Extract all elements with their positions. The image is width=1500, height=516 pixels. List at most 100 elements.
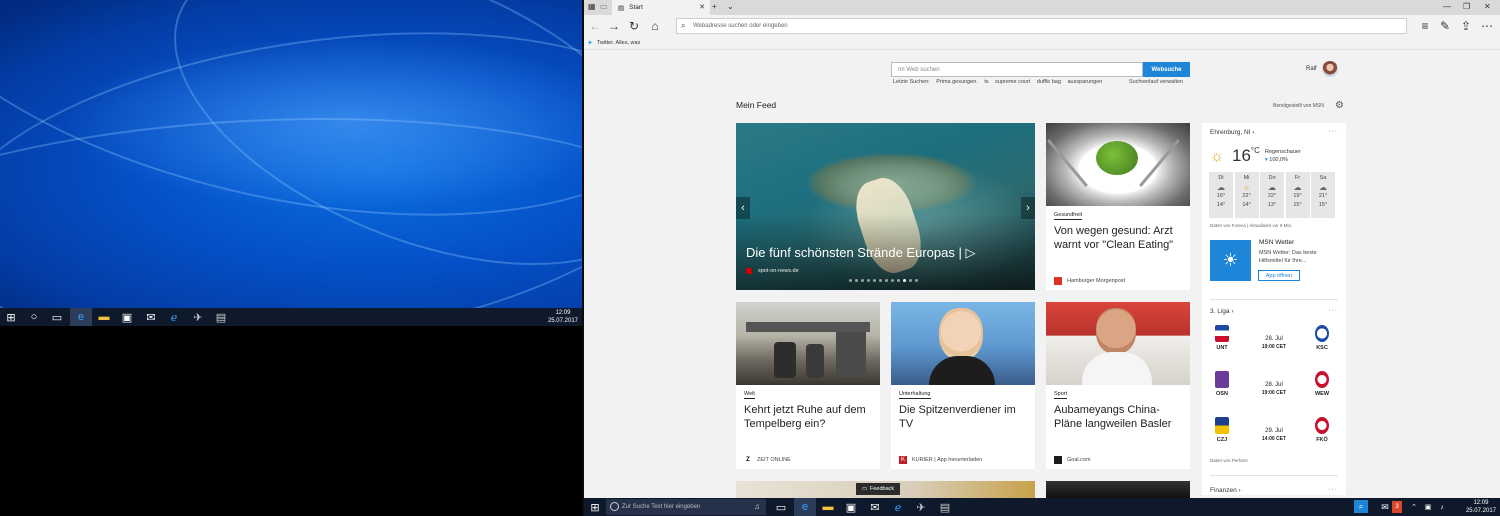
liga-title[interactable]: 3. Liga › xyxy=(1210,308,1234,315)
chevron-right-icon[interactable]: › xyxy=(1021,197,1035,219)
chevron-up-icon[interactable]: ⌃ xyxy=(1408,498,1420,516)
more-icon[interactable]: ⋯ xyxy=(1478,19,1496,33)
edge-icon[interactable]: e xyxy=(794,498,816,516)
more-icon[interactable]: ··· xyxy=(1328,486,1338,493)
weather-location[interactable]: Ehrenburg, NI › xyxy=(1210,129,1254,136)
news-headline[interactable]: Aubameyangs China-Pläne langweilen Basle… xyxy=(1054,403,1186,431)
edge-icon[interactable]: e xyxy=(70,308,92,326)
notepad-icon[interactable]: ▤ xyxy=(210,308,232,326)
task-view-icon[interactable]: ▭ xyxy=(770,498,792,516)
share-icon[interactable]: ⇪ xyxy=(1457,19,1475,33)
network-icon[interactable]: ✈ xyxy=(910,498,932,516)
forward-icon[interactable]: → xyxy=(605,19,623,33)
recent-searches: Letzte Suchen: Prima gesungen. ts suprem… xyxy=(893,79,1107,85)
address-bar[interactable]: ⌕ Webadresse suchen oder eingeben xyxy=(676,18,1407,34)
mail-tray-icon[interactable]: ✉ xyxy=(1378,498,1392,516)
news-category[interactable]: Welt xyxy=(744,391,755,399)
feedback-button[interactable]: ▭ Feedback xyxy=(856,483,900,495)
manage-history-link[interactable]: Suchverlauf verwalten xyxy=(1129,79,1183,85)
avatar[interactable] xyxy=(1322,61,1338,77)
crest-icon xyxy=(1315,325,1329,342)
tab-preview-icon[interactable]: ▭ xyxy=(600,2,608,11)
hub-icon[interactable]: ≡ xyxy=(1416,19,1434,33)
ie-icon[interactable]: ℯ xyxy=(163,308,185,326)
news-card[interactable]: Unterhaltung Die Spitzenverdiener im TV … xyxy=(891,302,1035,469)
pen-icon[interactable]: ✎ xyxy=(1436,19,1454,33)
carousel-dots[interactable] xyxy=(849,279,921,282)
open-app-button[interactable]: App öffnen xyxy=(1258,270,1300,281)
news-category[interactable]: Unterhaltung xyxy=(899,391,931,399)
network-tray-icon[interactable]: ▣ xyxy=(1422,498,1434,516)
close-window-icon[interactable]: ✕ xyxy=(1484,2,1491,11)
search-icon[interactable]: ⌕ xyxy=(1354,500,1368,513)
left-clock[interactable]: 12:09 25.07.2017 xyxy=(548,309,578,325)
recent-search[interactable]: Prima gesungen. xyxy=(936,79,978,85)
microphone-icon[interactable]: ♫ xyxy=(754,502,760,511)
tab-start[interactable]: ▤ Start ✕ xyxy=(612,0,710,15)
recent-search[interactable]: ts xyxy=(984,79,988,85)
windows-icon[interactable]: ⊞ xyxy=(0,308,22,326)
forecast-day[interactable]: Mi ☼ 22° 14° xyxy=(1234,172,1259,218)
favorite-link[interactable]: Twitter. Alles, was xyxy=(597,40,640,46)
file-explorer-icon[interactable]: ▬ xyxy=(817,498,839,516)
news-source: K KURIER | App herunterladen xyxy=(899,456,983,464)
task-view-icon[interactable]: ▭ xyxy=(46,308,68,326)
network-icon[interactable]: ✈ xyxy=(187,308,209,326)
match-row[interactable]: CZJ 29. Jul 14:00 CET FKÖ xyxy=(1210,417,1338,457)
match-row[interactable]: OSN 28. Jul 19:00 CET WEW xyxy=(1210,371,1338,411)
news-category[interactable]: Gesundheit xyxy=(1054,212,1083,220)
mail-icon[interactable]: ✉ xyxy=(864,498,886,516)
windows-icon[interactable]: ⊞ xyxy=(584,498,606,516)
close-tab-icon[interactable]: ✕ xyxy=(699,3,705,11)
twitter-icon: ✦ xyxy=(587,40,593,47)
nav-bar: ← → ↻ ⌂ ⌕ Webadresse suchen oder eingebe… xyxy=(584,15,1500,37)
recent-search[interactable]: supreme court xyxy=(995,79,1030,85)
taskbar-search[interactable]: Zur Suche Text hier eingeben ♫ xyxy=(606,499,766,515)
cortana-icon[interactable]: ○ xyxy=(23,308,45,326)
volume-icon[interactable]: ♪ xyxy=(1436,498,1448,516)
forecast-day[interactable]: Di ☁ 16° 14° xyxy=(1209,172,1233,218)
forecast-day[interactable]: Sa ☁ 21° 15° xyxy=(1311,172,1335,218)
notification-badge[interactable]: 3 xyxy=(1392,501,1402,513)
news-card[interactable]: Gesundheit Von wegen gesund: Arzt warnt … xyxy=(1046,123,1190,290)
restore-icon[interactable]: ❐ xyxy=(1463,2,1470,11)
back-icon[interactable]: ← xyxy=(586,19,604,33)
file-explorer-icon[interactable]: ▬ xyxy=(93,308,115,326)
notepad-icon[interactable]: ▤ xyxy=(934,498,956,516)
news-headline[interactable]: Von wegen gesund: Arzt warnt vor "Clean … xyxy=(1054,224,1186,252)
more-icon[interactable]: ··· xyxy=(1328,128,1338,135)
forecast-day[interactable]: Fr ☁ 19° 15° xyxy=(1285,172,1310,218)
refresh-icon[interactable]: ↻ xyxy=(625,19,643,33)
store-icon[interactable]: ▣ xyxy=(840,498,862,516)
store-icon[interactable]: ▣ xyxy=(116,308,138,326)
ie-icon[interactable]: ℯ xyxy=(887,498,909,516)
news-card[interactable]: Welt Kehrt jetzt Ruhe auf dem Tempelberg… xyxy=(736,302,880,469)
web-search-button[interactable]: Websuche xyxy=(1143,62,1190,77)
more-icon[interactable]: ··· xyxy=(1328,307,1338,314)
match-row[interactable]: UNT 28. Jul 19:00 CET KSC xyxy=(1210,325,1338,365)
tab-aside-icon[interactable]: ▦ xyxy=(588,2,596,11)
recent-search[interactable]: duffle bag xyxy=(1037,79,1061,85)
sun-icon: ☀ xyxy=(1210,240,1251,281)
new-tab-icon[interactable]: + xyxy=(712,2,717,11)
hero-source: spot-on-news.de xyxy=(758,268,799,274)
chevron-down-icon[interactable]: ⌄ xyxy=(727,2,734,11)
forecast-day[interactable]: Do ☁ 22° 13° xyxy=(1260,172,1284,218)
mail-icon[interactable]: ✉ xyxy=(140,308,162,326)
news-category[interactable]: Sport xyxy=(1054,391,1068,399)
recent-search[interactable]: aussparungen xyxy=(1067,79,1102,85)
desktop-wallpaper xyxy=(0,0,582,308)
finance-title[interactable]: Finanzen › xyxy=(1210,487,1241,494)
news-headline[interactable]: Die Spitzenverdiener im TV xyxy=(899,403,1031,431)
user-name[interactable]: Ralf xyxy=(1306,66,1317,72)
web-search-input[interactable]: Im Web suchen xyxy=(891,62,1143,77)
chevron-left-icon[interactable]: ‹ xyxy=(736,197,750,219)
home-icon[interactable]: ⌂ xyxy=(646,19,664,33)
hero-card[interactable]: ‹ › Die fünf schönsten Strände Europas |… xyxy=(736,123,1035,290)
gear-icon[interactable]: ⚙ xyxy=(1335,100,1344,111)
right-clock[interactable]: 12:09 25.07.2017 xyxy=(1466,499,1496,515)
news-card[interactable] xyxy=(1046,481,1190,498)
minimize-icon[interactable]: — xyxy=(1443,2,1451,11)
news-card[interactable]: Sport Aubameyangs China-Pläne langweilen… xyxy=(1046,302,1190,469)
news-headline[interactable]: Kehrt jetzt Ruhe auf dem Tempelberg ein? xyxy=(744,403,876,431)
